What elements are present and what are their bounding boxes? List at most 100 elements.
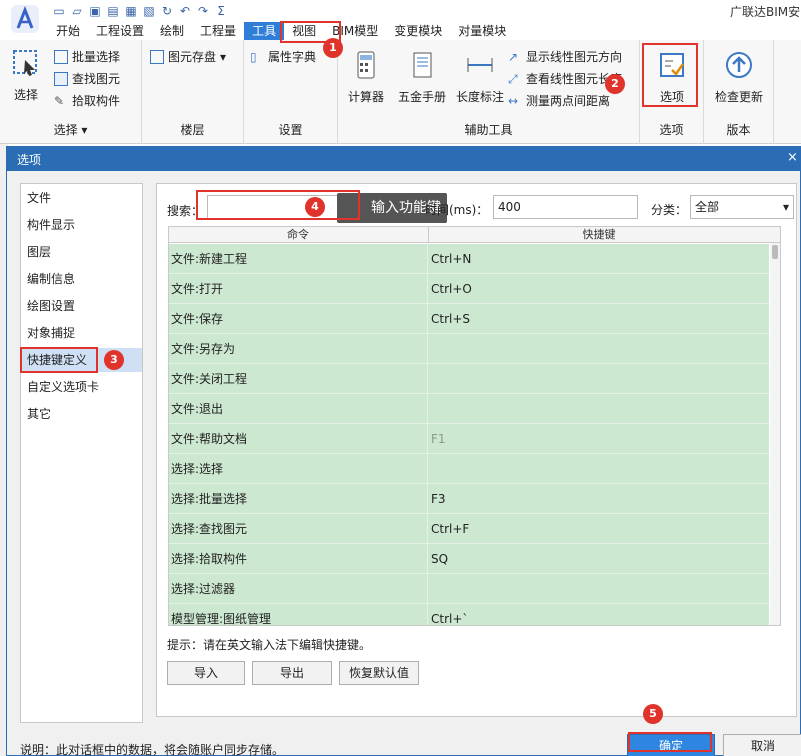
callout-badge-5: 5 [643,704,663,724]
callout-badge-4: 4 [305,197,325,217]
table-scrollbar[interactable] [770,243,780,625]
command-cell: 文件:打开 [171,282,224,296]
nav-item-layer[interactable]: 图层 [21,240,142,264]
chevron-down-icon: ▾ [782,200,789,214]
sum-icon[interactable]: Σ [214,4,228,18]
table-row[interactable]: 文件:另存为 [169,334,769,364]
dropdown-arrow-icon: ▾ [220,49,227,64]
callout-badge-1: 1 [323,38,343,58]
table-row[interactable]: 选择:选择 [169,454,769,484]
batch-select-icon [54,49,68,64]
table-row[interactable]: 选择:查找图元 Ctrl+F [169,514,769,544]
table-row[interactable]: 文件:退出 [169,394,769,424]
table-row[interactable]: 文件:关闭工程 [169,364,769,394]
pick-component-button[interactable]: ✎ 拾取构件 [54,92,120,109]
options-dialog: 选项 × 文件 构件显示 图层 编制信息 绘图设置 对象捕捉 快捷键定义 自定义… [6,146,801,756]
calc-icon[interactable]: ▦ [124,4,138,18]
attribute-dictionary-button[interactable]: ▯ 属性字典 [250,48,316,65]
shortcut-cell[interactable]: F1 [431,424,446,454]
command-cell: 选择:查找图元 [171,522,248,536]
table-row[interactable]: 模型管理:图纸管理 Ctrl+` [169,604,769,626]
check-update-button[interactable]: 检查更新 [708,50,770,105]
nav-item-other[interactable]: 其它 [21,402,142,426]
group-label-floor: 楼层 [180,123,205,137]
tab-reconcile-module[interactable]: 对量模块 [450,22,514,40]
shortcut-cell[interactable]: Ctrl+O [431,274,472,304]
open-folder-icon[interactable]: ▱ [70,4,84,18]
measure-distance-button[interactable]: ↔ 测量两点间距离 [508,92,610,109]
select-button[interactable]: 选择 [6,48,46,103]
command-cell: 模型管理:图纸管理 [171,612,272,626]
command-cell: 文件:新建工程 [171,252,248,266]
new-file-icon[interactable]: ▭ [52,4,66,18]
nav-item-object-snap[interactable]: 对象捕捉 [21,321,142,345]
cancel-button[interactable]: 取消 [723,734,801,756]
nav-item-component-display[interactable]: 构件显示 [21,213,142,237]
group-label-select[interactable]: 选择 ▾ [0,121,141,138]
find-element-button[interactable]: 查找图元 [54,70,120,87]
calculator-button[interactable]: 计算器 [346,50,386,105]
export-button[interactable]: 导出 [252,661,332,685]
select-cursor-icon [13,50,37,76]
tab-change-module[interactable]: 变更模块 [386,22,450,40]
save-icon[interactable]: ▣ [88,4,102,18]
table-row[interactable]: 文件:打开 Ctrl+O [169,274,769,304]
category-value: 全部 [695,200,720,214]
tab-start[interactable]: 开始 [48,22,88,40]
command-cell: 文件:关闭工程 [171,372,248,386]
category-select[interactable]: 全部 ▾ [690,195,794,219]
footer-note: 说明：此对话框中的数据，将会随账户同步存储。 [20,743,285,756]
close-icon[interactable]: × [787,150,798,165]
length-dimension-button[interactable]: 长度标注 [452,50,508,105]
table-row[interactable]: 选择:拾取构件 SQ [169,544,769,574]
dimension-icon [467,58,493,72]
element-save-button[interactable]: 图元存盘 ▾ [150,48,226,65]
column-header-shortcut[interactable]: 快捷键 [428,227,769,243]
shortcut-cell[interactable]: F3 [431,484,446,514]
book-icon: ▯ [250,49,257,64]
tab-quantity[interactable]: 工程量 [192,22,244,40]
export-icon[interactable]: ▧ [142,4,156,18]
table-row[interactable]: 选择:批量选择 F3 [169,484,769,514]
annotation-box-options [642,43,698,107]
nav-item-compile-info[interactable]: 编制信息 [21,267,142,291]
nav-item-file[interactable]: 文件 [21,186,142,210]
cell-divider [427,424,428,454]
shortcut-cell[interactable]: Ctrl+` [431,604,468,625]
hardware-manual-button[interactable]: 五金手册 [394,50,450,105]
interval-input[interactable]: 400 [493,195,638,219]
refresh-icon[interactable]: ↻ [160,4,174,18]
command-cell: 选择:拾取构件 [171,552,248,566]
cell-divider [427,274,428,304]
tab-tools[interactable]: 工具 [244,22,285,40]
restore-default-button[interactable]: 恢复默认值 [339,661,419,685]
nav-item-custom-tab[interactable]: 自定义选项卡 [21,375,142,399]
annotation-box-shortcut-nav [20,347,98,373]
show-linear-direction-button[interactable]: ↗ 显示线性图元方向 [508,48,622,65]
tab-draw[interactable]: 绘制 [152,22,192,40]
table-row[interactable]: 选择:过滤器 [169,574,769,604]
table-row[interactable]: 文件:新建工程 Ctrl+N [169,244,769,274]
redo-icon[interactable]: ↷ [196,4,210,18]
scrollbar-thumb[interactable] [772,245,778,259]
import-button[interactable]: 导入 [167,661,245,685]
dialog-title-bar: 选项 × [7,147,801,171]
table-row[interactable]: 文件:保存 Ctrl+S [169,304,769,334]
shortcut-cell[interactable]: SQ [431,544,448,574]
find-element-icon [54,71,68,86]
shortcut-cell[interactable]: Ctrl+S [431,304,470,334]
undo-icon[interactable]: ↶ [178,4,192,18]
update-arrow-icon [726,52,752,78]
table-row[interactable]: 文件:帮助文档 F1 [169,424,769,454]
group-floor: 图元存盘 ▾ 楼层 [142,40,244,144]
quick-access-toolbar: ▭ ▱ ▣ ▤ ▦ ▧ ↻ ↶ ↷ Σ [52,2,228,20]
cell-divider [427,394,428,424]
shortcut-cell[interactable]: Ctrl+F [431,514,469,544]
shortcut-cell[interactable]: Ctrl+N [431,244,471,274]
table-header: 命令 快捷键 [169,227,780,243]
bim-icon[interactable]: ▤ [106,4,120,18]
column-header-command[interactable]: 命令 [169,227,427,243]
tab-project-settings[interactable]: 工程设置 [88,22,152,40]
batch-select-button[interactable]: 批量选择 [54,48,120,65]
nav-item-drawing-settings[interactable]: 绘图设置 [21,294,142,318]
